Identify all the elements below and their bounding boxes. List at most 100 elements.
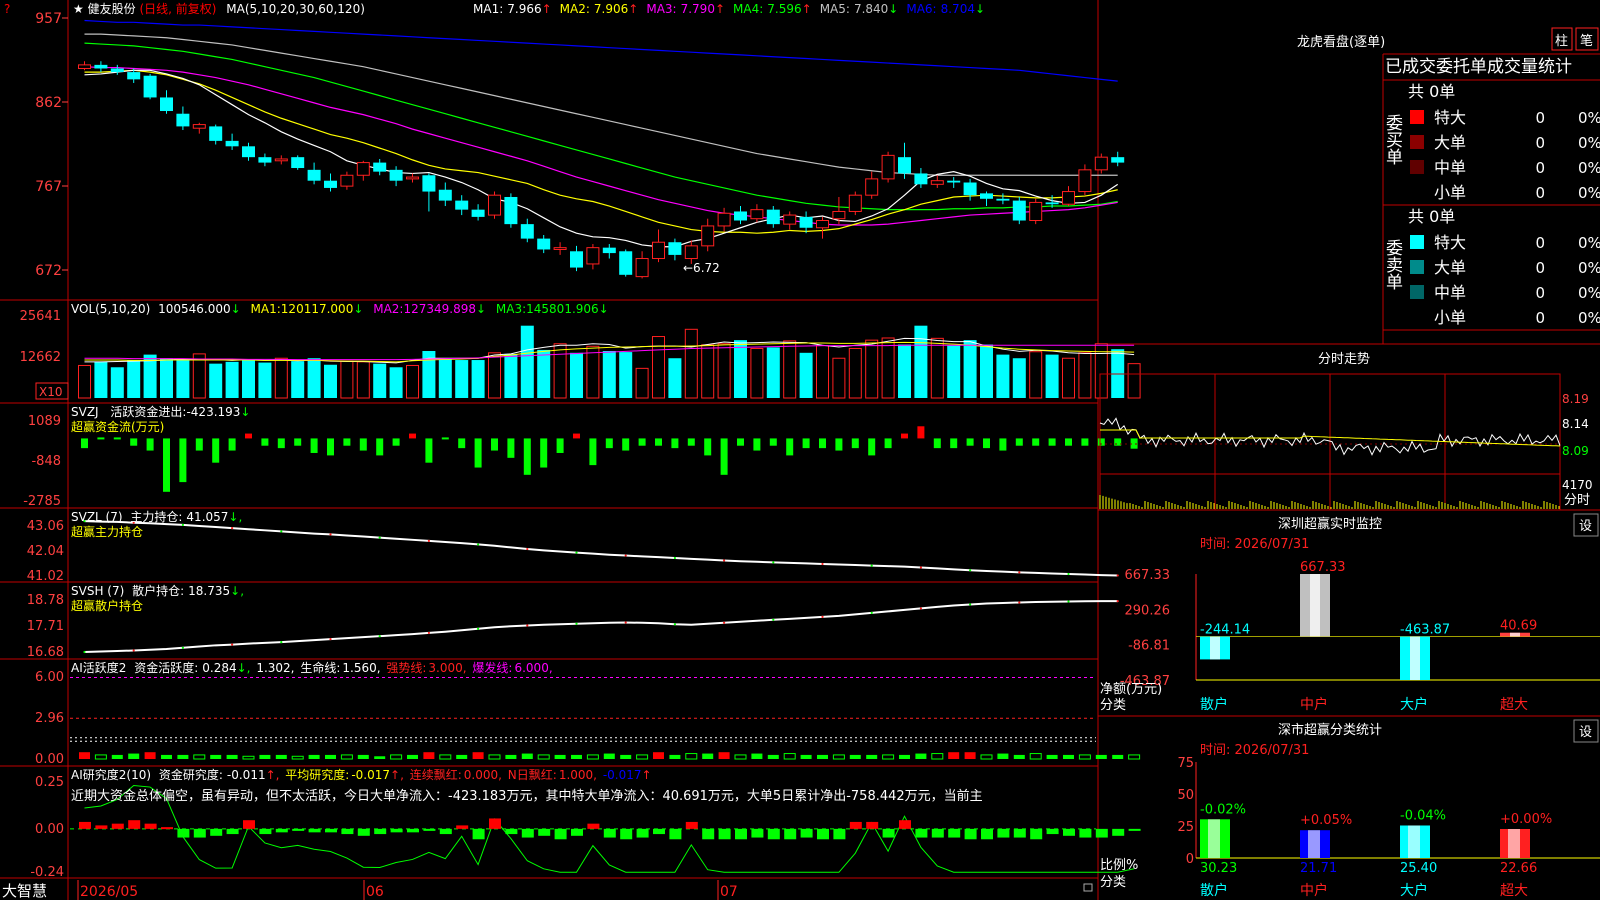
research-bar — [718, 828, 731, 840]
svzl-line-point — [181, 523, 184, 526]
svzj-bar — [1081, 438, 1089, 446]
svsh-axis-bot: 16.68 — [27, 645, 64, 660]
monitor-axis-label: 290.26 — [1125, 603, 1171, 618]
lock-icon[interactable] — [1083, 883, 1093, 892]
research-bar — [767, 828, 780, 840]
candle-body — [963, 182, 977, 196]
svsh-line-point — [821, 615, 824, 618]
volume-bar — [225, 361, 239, 398]
volume-bar — [750, 347, 764, 399]
svsh-panel — [83, 600, 1119, 654]
candle-body — [373, 162, 387, 172]
candle-body — [668, 242, 682, 255]
research-bar — [505, 828, 518, 835]
ai2-header: AI研究度2(10) 资金研究度: -0.011↑, 平均研究度: -0.017↑,… — [71, 767, 652, 782]
volume-bar — [914, 325, 928, 398]
volume-bar — [1062, 357, 1075, 399]
research-bar — [800, 828, 813, 838]
ai2-axis-mid: 0.00 — [35, 822, 64, 837]
svzj-bar — [491, 438, 498, 451]
low-price-marker: ←6.72 — [683, 261, 720, 275]
research-bar — [948, 828, 961, 838]
class-category: 中户 — [1300, 882, 1328, 899]
ma-legend-arrow-1: ↑ — [542, 2, 552, 16]
candle-body — [734, 211, 747, 221]
volume-bar — [176, 360, 190, 398]
class-bar-delta: -0.02% — [1200, 802, 1246, 817]
svzj-bar — [474, 438, 482, 468]
candle-body — [1062, 191, 1075, 205]
date-label-1: 06 — [366, 884, 384, 900]
order-stats-title: 已成交委托单成交量统计 — [1385, 57, 1572, 77]
volume-bar — [898, 344, 911, 398]
svzj-bar — [1097, 438, 1105, 446]
period-mode[interactable]: (日线, 前复权) — [139, 1, 216, 16]
class-bar-shine — [1208, 819, 1220, 858]
research-bar — [521, 828, 534, 838]
class-bar-delta: +0.05% — [1300, 813, 1352, 828]
volume-bar — [799, 352, 813, 398]
date-label-0: 2026/05 — [80, 884, 138, 900]
sell-color-swatch — [1410, 260, 1424, 274]
svzj-axis-mid: -848 — [31, 454, 61, 469]
panel-frames — [0, 0, 1600, 900]
research-bar — [95, 825, 108, 829]
research-bar — [177, 828, 190, 838]
svsh-line-point — [1116, 600, 1119, 603]
candle-body — [750, 209, 764, 220]
candle-body — [865, 178, 879, 196]
research-bar — [193, 828, 206, 838]
svzj-bar — [261, 438, 269, 446]
activity-bar — [931, 753, 944, 760]
svzj-bar — [113, 437, 121, 440]
svzl-line-point — [821, 562, 824, 566]
volume-bar — [930, 337, 944, 399]
research-bar — [1079, 828, 1092, 838]
vol-axis-top: 25641 — [20, 309, 61, 324]
favorite-star-icon[interactable]: ★ — [73, 2, 84, 16]
volume-bar — [455, 360, 469, 398]
activity-bar — [472, 752, 484, 759]
intraday-axis-bot: 8.09 — [1562, 444, 1589, 458]
price-axis: 957 862 767 672 — [35, 11, 68, 279]
activity-bar — [144, 752, 156, 759]
candle-body — [537, 238, 551, 250]
volume-bar — [1029, 351, 1043, 399]
candle-body — [160, 97, 173, 112]
activity-bar — [193, 754, 206, 760]
activity-bar — [653, 752, 664, 759]
volume-bar — [783, 340, 797, 399]
stock-chart-canvas[interactable]: ? ★ 健友股份 (日线, 前复权) MA(5,10,20,30,60,120)… — [0, 0, 1600, 900]
volume-bar — [553, 343, 567, 399]
buy-row-count: 0 — [1535, 134, 1545, 152]
stock-name[interactable]: 健友股份 — [88, 2, 136, 16]
svzj-bar — [1032, 438, 1040, 446]
monitor-bar-label: -244.14 — [1200, 623, 1250, 638]
sell-orders-label: 委卖单 — [1382, 239, 1403, 290]
candle-body — [602, 247, 616, 254]
candle-body — [209, 126, 223, 141]
research-bar — [292, 828, 305, 831]
activity-bar — [1095, 754, 1107, 759]
activity-bar — [554, 754, 566, 759]
svzj-bar — [130, 438, 138, 446]
candle-body — [520, 224, 534, 239]
intraday-chart — [1099, 373, 1561, 511]
svsh-line-point — [1067, 600, 1070, 603]
svsh-line-point — [772, 618, 775, 621]
svzl-axis-mid: 42.04 — [27, 544, 64, 559]
activity-bar — [161, 754, 172, 759]
activity-bar — [79, 752, 90, 759]
activity-bar — [407, 754, 418, 759]
ma-legend-value-5: 7.840 — [854, 2, 888, 16]
svsh-line-point — [231, 643, 234, 646]
vol-unit: X10 — [39, 385, 63, 399]
monitor-category: 散户 — [1200, 696, 1228, 713]
candle-body — [274, 158, 288, 162]
volume-bar — [766, 347, 780, 398]
research-bar — [489, 818, 501, 829]
candle-body — [832, 210, 846, 220]
buy-row-name: 中单 — [1434, 158, 1466, 177]
research-bar — [357, 828, 370, 836]
candle-body — [225, 140, 239, 147]
